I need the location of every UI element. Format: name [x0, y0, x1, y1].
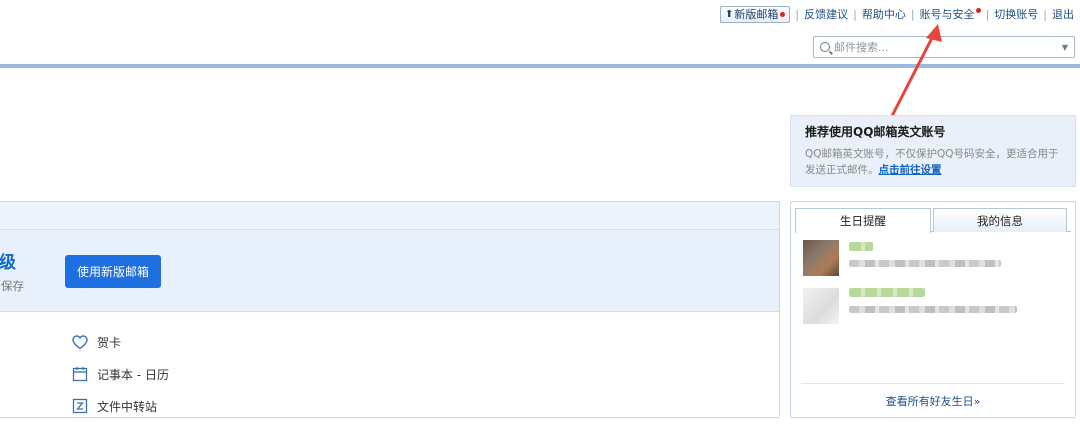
friend-detail-blurred	[849, 260, 1001, 267]
file-transfer-icon	[71, 397, 89, 415]
main-panel-header	[0, 202, 779, 230]
new-mail-label: 新版邮箱	[734, 8, 779, 21]
account-security-dot-icon	[975, 7, 981, 13]
use-new-mail-button[interactable]: 使用新版邮箱	[65, 255, 161, 288]
recommendation-title: 推荐使用QQ邮箱英文账号	[805, 125, 946, 139]
english-account-recommendation: 推荐使用QQ邮箱英文账号 QQ邮箱英文账号，不仅保护QQ号码安全，更适合用于发送…	[790, 115, 1076, 187]
birthday-widget: 生日提醒 我的信息 查看所有好友生日»	[790, 201, 1076, 418]
tab-my-info[interactable]: 我的信息	[933, 208, 1067, 232]
tab-birthday-reminder[interactable]: 生日提醒	[795, 208, 931, 233]
feedback-link[interactable]: 反馈建议	[804, 6, 848, 22]
tool-notebook-calendar[interactable]: 记事本 - 日历	[71, 358, 169, 390]
avatar[interactable]	[803, 240, 839, 276]
tool-label: 贺卡	[97, 335, 122, 350]
friend-detail-blurred	[849, 306, 1017, 313]
tool-file-transfer[interactable]: 文件中转站	[71, 390, 169, 422]
tool-label: 文件中转站	[97, 399, 158, 414]
heart-icon	[71, 333, 89, 351]
annotation-arrow-icon	[890, 24, 942, 118]
main-panel: 级 保存 使用新版邮箱 贺卡 记事本 - 日历 文件中转站	[0, 201, 780, 418]
tool-label: 记事本 - 日历	[97, 367, 169, 382]
upgrade-banner: 级 保存 使用新版邮箱	[0, 230, 779, 312]
avatar[interactable]	[803, 288, 839, 324]
widget-tabs: 生日提醒 我的信息	[795, 208, 1071, 233]
switch-account-link[interactable]: 切换账号	[994, 6, 1038, 22]
friend-name-blurred	[849, 288, 925, 297]
view-all-birthdays-link[interactable]: 查看所有好友生日»	[886, 393, 981, 409]
qq-mail-home: ⬆ 新版邮箱 | 反馈建议 | 帮助中心 | 账号与安全 | 切换账号 | 退出…	[0, 0, 1080, 442]
tool-greeting-card[interactable]: 贺卡	[71, 326, 169, 358]
banner-headline: 级	[0, 253, 16, 273]
go-settings-link[interactable]: 点击前往设置	[879, 164, 942, 176]
new-mail-button[interactable]: ⬆ 新版邮箱	[720, 5, 791, 23]
widget-footer: 查看所有好友生日»	[801, 383, 1065, 417]
tools-list: 贺卡 记事本 - 日历 文件中转站	[71, 326, 169, 422]
banner-subtext: 保存	[1, 279, 24, 293]
chevron-down-icon[interactable]: ▼	[1062, 43, 1068, 52]
search-icon	[820, 42, 830, 52]
up-arrow-icon: ⬆	[725, 8, 734, 20]
recommendation-desc: QQ邮箱英文账号，不仅保护QQ号码安全，更适合用于发送正式邮件。点击前往设置	[805, 148, 1059, 176]
notification-dot-icon	[780, 11, 786, 17]
logout-link[interactable]: 退出	[1052, 6, 1074, 22]
friend-name-blurred	[849, 242, 873, 251]
calendar-icon	[71, 365, 89, 383]
